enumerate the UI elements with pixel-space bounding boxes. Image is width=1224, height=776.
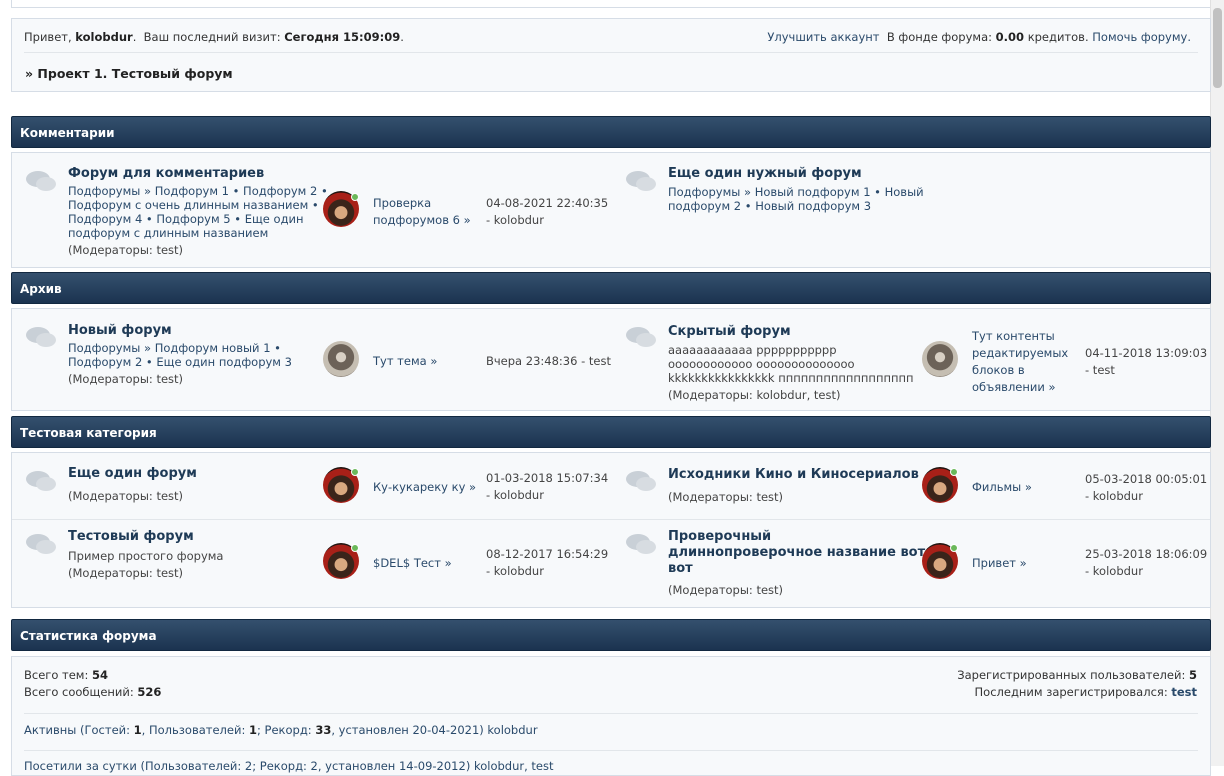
forum-row: Тестовый форум Пример простого форума (М… [12,520,612,608]
moderators[interactable]: (Модераторы: test) [668,490,783,504]
last-topic-link[interactable]: Тут контенты редактируемых блоков в объя… [972,328,1068,396]
last-visit-label: Ваш последний визит: [143,30,281,44]
last-poster-avatar[interactable] [323,341,359,377]
category-header-comments[interactable]: Комментарии [11,116,1211,148]
welcome-panel: Привет, kolobdur. Ваш последний визит: С… [11,18,1211,92]
forum-row: Еще один форум (Модераторы: test) Ку-кук… [12,453,612,519]
category-header-test[interactable]: Тестовая категория [11,416,1211,448]
last-topic-link[interactable]: Проверка подфорумов 6 » [373,195,471,229]
forum-bubble-icon [26,534,58,558]
last-registered-user-link[interactable]: test [1171,685,1197,699]
moderators[interactable]: (Модераторы: test) [68,489,183,503]
category-header-archive[interactable]: Архив [11,272,1211,304]
last-post-info: Вчера 23:48:36 - test [486,354,611,368]
username[interactable]: kolobdur [75,30,132,44]
account-info: Улучшить аккаунт В фонде форума: 0.00 кр… [767,30,1191,44]
forum-bubble-icon [26,171,58,195]
forum-bubble-icon [26,471,58,495]
forum-row: Новый форум Подфорумы » Подфорум новый 1… [12,309,612,410]
forum-bubble-icon [626,171,658,195]
top-panel-stub [11,0,1211,8]
last-post-info: 04-08-2021 22:40:35 - kolobdur [486,196,609,227]
subforums-list[interactable]: Подфорумы » Подфорум 1 • Подфорум 2 • По… [68,184,328,240]
forum-bubble-icon [626,534,658,558]
last-post-info: 25-03-2018 18:06:09 - kolobdur [1085,547,1208,578]
scrollbar[interactable] [1210,0,1224,766]
forum-row: Еще один нужный форум Подфорумы » Новый … [612,153,1212,267]
moderators[interactable]: (Модераторы: test) [668,583,783,597]
forum-description: аааааааааааа ррррррррррр оооооооооооо оо… [668,343,914,385]
fund-value: 0.00 [995,30,1025,44]
online-indicator [351,468,359,476]
last-poster-avatar[interactable] [922,341,958,377]
forum-bubble-icon [26,327,58,351]
forum-title[interactable]: Проверочный длиннопроверочное название в… [668,529,925,577]
forum-description: Пример простого форума [68,549,224,563]
last-post-info: 08-12-2017 16:54:29 - kolobdur [486,547,609,578]
last-topic-link[interactable]: Привет » [972,555,1027,572]
last-topic-link[interactable]: Ку-кукареку ку » [373,479,476,496]
forum-row: Скрытый форум аааааааааааа ррррррррррр о… [612,309,1212,410]
online-indicator [950,544,958,552]
moderators[interactable]: (Модераторы: kolobdur, test) [668,388,840,402]
forum-title[interactable]: Исходники Кино и Киносериалов [668,467,919,482]
last-post-info: 04-11-2018 13:09:03 - test [1085,346,1208,377]
forum-title[interactable]: Скрытый форум [668,324,791,339]
moderators[interactable]: (Модераторы: test) [68,566,183,580]
stats-header: Статистика форума [11,619,1211,651]
daily-visitors: Посетили за сутки (Пользователей: 2; Рек… [24,759,554,773]
fund-label: В фонде форума: [886,30,992,44]
category-test-forums: Еще один форум (Модераторы: test) Ку-кук… [11,452,1211,608]
subforums-list[interactable]: Подфорумы » Новый подфорум 1 • Новый под… [668,185,924,213]
forum-title[interactable]: Еще один форум [68,466,197,481]
credits-label: кредитов. [1027,30,1089,44]
category-archive-forums: Новый форум Подфорумы » Подфорум новый 1… [11,308,1211,411]
help-forum-link[interactable]: Помочь форуму. [1092,30,1191,44]
online-indicator [950,468,958,476]
forum-title[interactable]: Форум для комментариев [68,166,264,181]
scrollbar-thumb[interactable] [1213,8,1222,88]
last-post-info: 01-03-2018 15:07:34 - kolobdur [486,471,609,502]
forum-title[interactable]: Еще один нужный форум [668,166,862,181]
totals: Всего тем: 54 Всего сообщений: 526 [24,668,162,699]
greeting: Привет, [24,30,72,44]
moderators[interactable]: (Модераторы: test) [68,372,183,386]
forum-row: Проверочный длиннопроверочное название в… [612,520,1212,608]
breadcrumb[interactable]: » Проект 1. Тестовый форум [25,66,233,81]
active-users: Активны (Гостей: 1, Пользователей: 1; Ре… [24,723,538,737]
divider [24,713,1198,714]
last-post-info: 05-03-2018 00:05:01 - kolobdur [1085,472,1208,503]
divider [24,750,1198,751]
online-indicator [351,544,359,552]
divider [24,52,1198,53]
stats-panel: Всего тем: 54 Всего сообщений: 526 Зарег… [11,656,1211,776]
forum-title[interactable]: Тестовый форум [68,529,194,544]
subforums-list[interactable]: Подфорумы » Подфорум новый 1 • Подфорум … [68,341,292,369]
moderators[interactable]: (Модераторы: test) [68,243,183,257]
forum-bubble-icon [626,327,658,351]
category-comments-forums: Форум для комментариев Подфорумы » Подфо… [11,152,1211,268]
last-topic-link[interactable]: Фильмы » [972,479,1032,496]
forum-title[interactable]: Новый форум [68,323,172,338]
forum-row: Исходники Кино и Киносериалов (Модератор… [612,453,1212,519]
welcome-text: Привет, kolobdur. Ваш последний визит: С… [24,30,404,44]
last-topic-link[interactable]: $DEL$ Тест » [373,555,452,572]
last-visit-value: Сегодня 15:09:09 [284,30,401,44]
online-indicator [351,193,359,201]
registration-info: Зарегистрированных пользователей: 5 Посл… [957,668,1197,699]
last-topic-link[interactable]: Тут тема » [373,353,437,370]
forum-bubble-icon [626,471,658,495]
upgrade-account-link[interactable]: Улучшить аккаунт [767,30,879,44]
forum-row: Форум для комментариев Подфорумы » Подфо… [12,153,612,267]
